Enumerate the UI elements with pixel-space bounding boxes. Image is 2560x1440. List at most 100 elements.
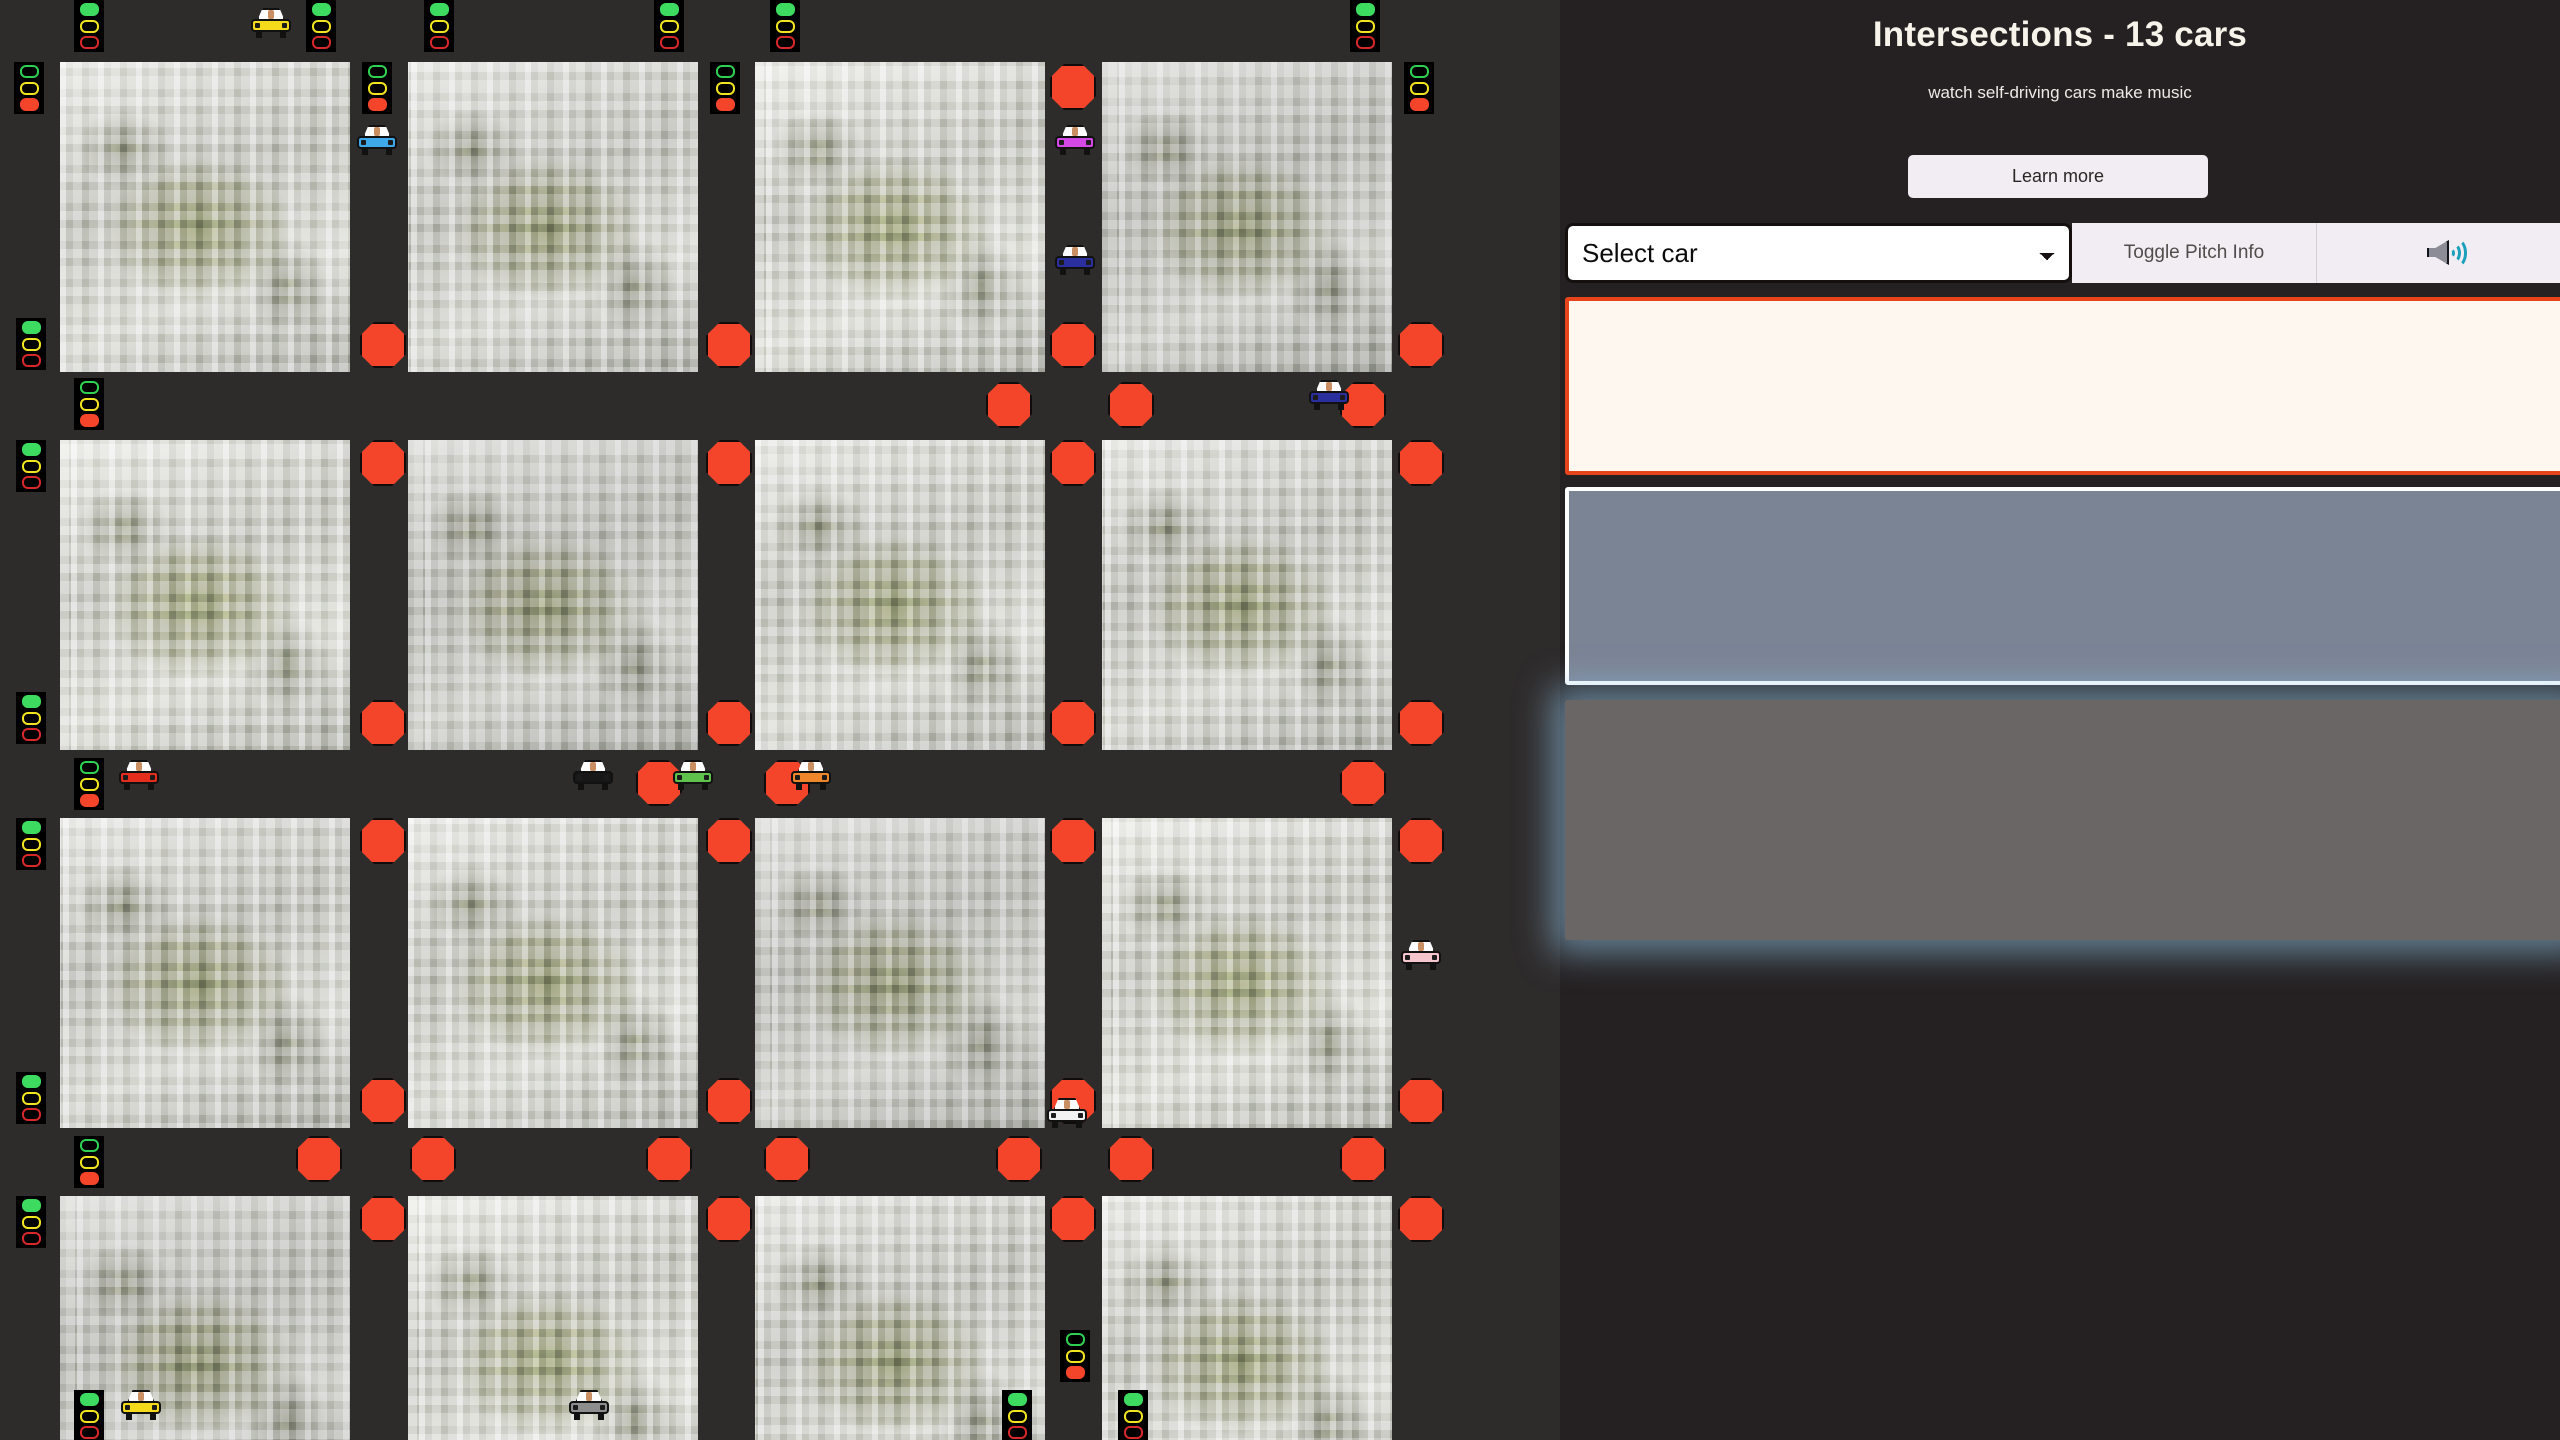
traffic-lamp-green <box>79 1139 99 1153</box>
car-wheel-right <box>280 30 286 38</box>
car-black[interactable] <box>572 760 614 790</box>
traffic-lamp-yellow <box>659 19 679 33</box>
pitch-board-panel[interactable] <box>1565 487 2560 685</box>
traffic-lamp-yellow <box>429 19 449 33</box>
car-wheel-left <box>362 147 368 155</box>
traffic-light-icon[interactable] <box>362 62 392 114</box>
traffic-light-icon[interactable] <box>710 62 740 114</box>
traffic-lamp-red <box>429 35 449 49</box>
traffic-lamp-green <box>21 1199 41 1213</box>
traffic-lamp-green <box>1409 65 1429 79</box>
traffic-light-icon[interactable] <box>74 1136 104 1188</box>
traffic-lamp-green <box>21 1075 41 1089</box>
car-red[interactable] <box>118 760 160 790</box>
traffic-light-icon[interactable] <box>16 440 46 492</box>
car-orange[interactable] <box>790 760 832 790</box>
traffic-light-icon[interactable] <box>74 0 104 52</box>
stop-sign-icon <box>1050 64 1096 110</box>
simulation-map[interactable] <box>0 0 1560 1440</box>
traffic-light-icon[interactable] <box>74 378 104 430</box>
car-driver <box>374 127 380 136</box>
car-select-dropdown[interactable]: Select car <box>1565 223 2072 283</box>
car-wheel-right <box>598 1412 604 1420</box>
learn-more-button[interactable]: Learn more <box>1908 155 2208 198</box>
traffic-lamp-green <box>79 381 99 395</box>
car-headlight-left <box>123 775 128 780</box>
car-headlight-left <box>1059 140 1064 145</box>
traffic-lamp-yellow <box>311 19 331 33</box>
traffic-lamp-green <box>367 65 387 79</box>
car-headlight-right <box>388 140 393 145</box>
traffic-lamp-yellow <box>1007 1409 1027 1423</box>
city-block <box>408 440 698 750</box>
traffic-lamp-red <box>79 35 99 49</box>
car-pink[interactable] <box>1400 940 1442 970</box>
traffic-lamp-green <box>1065 1333 1085 1347</box>
car-headlight-left <box>573 1405 578 1410</box>
car-navy[interactable] <box>1054 245 1096 275</box>
traffic-light-icon[interactable] <box>74 1390 104 1440</box>
car-wheel-left <box>1052 1120 1058 1128</box>
traffic-light-icon[interactable] <box>1404 62 1434 114</box>
car-driver <box>586 1392 592 1401</box>
car-green[interactable] <box>672 760 714 790</box>
traffic-lamp-red <box>21 1231 41 1245</box>
traffic-lamp-red <box>1007 1425 1027 1439</box>
traffic-lamp-green <box>79 761 99 775</box>
traffic-lamp-yellow <box>1409 81 1429 95</box>
traffic-light-icon[interactable] <box>770 0 800 52</box>
car-wheel-left <box>1314 402 1320 410</box>
car-headlight-left <box>1051 1113 1056 1118</box>
traffic-lamp-green <box>775 3 795 17</box>
car-driver <box>138 1392 144 1401</box>
stop-sign-icon <box>1398 440 1444 486</box>
traffic-light-icon[interactable] <box>16 692 46 744</box>
stop-sign-icon <box>1398 1078 1444 1124</box>
car-white[interactable] <box>1046 1098 1088 1128</box>
car-magenta[interactable] <box>1054 125 1096 155</box>
traffic-light-icon[interactable] <box>14 62 44 114</box>
stop-sign-icon <box>706 440 752 486</box>
traffic-lamp-red <box>21 475 41 489</box>
traffic-light-icon[interactable] <box>306 0 336 52</box>
traffic-lamp-yellow <box>79 397 99 411</box>
car-headlight-right <box>1086 140 1091 145</box>
car-driver <box>1072 127 1078 136</box>
car-headlight-left <box>255 23 260 28</box>
car-headlight-left <box>361 140 366 145</box>
car-driver <box>268 10 274 19</box>
traffic-light-icon[interactable] <box>1350 0 1380 52</box>
traffic-light-icon[interactable] <box>1002 1390 1032 1440</box>
traffic-lamp-red <box>1123 1425 1143 1439</box>
visualizer-panel[interactable] <box>1565 700 2560 940</box>
traffic-light-icon[interactable] <box>1118 1390 1148 1440</box>
car-yellow-top[interactable] <box>250 8 292 38</box>
traffic-lamp-green <box>79 3 99 17</box>
traffic-lamp-red <box>367 97 387 111</box>
car-headlight-right <box>1340 395 1345 400</box>
traffic-light-icon[interactable] <box>654 0 684 52</box>
car-wheel-right <box>148 782 154 790</box>
traffic-light-icon[interactable] <box>16 318 46 370</box>
traffic-light-icon[interactable] <box>16 1072 46 1124</box>
traffic-light-icon[interactable] <box>16 1196 46 1248</box>
car-yellow-bottom[interactable] <box>120 1390 162 1420</box>
car-headlight-right <box>600 1405 605 1410</box>
traffic-lamp-green <box>1007 1393 1027 1407</box>
car-gray[interactable] <box>568 1390 610 1420</box>
note-display-panel[interactable] <box>1565 297 2560 475</box>
stop-sign-icon <box>1398 818 1444 864</box>
traffic-lamp-green <box>1123 1393 1143 1407</box>
traffic-light-icon[interactable] <box>16 818 46 870</box>
car-headlight-left <box>125 1405 130 1410</box>
traffic-light-icon[interactable] <box>74 758 104 810</box>
car-navy-2[interactable] <box>1308 380 1350 410</box>
traffic-light-icon[interactable] <box>1060 1330 1090 1382</box>
car-headlight-left <box>1059 260 1064 265</box>
toggle-pitch-info-button[interactable]: Toggle Pitch Info <box>2072 223 2317 283</box>
traffic-light-icon[interactable] <box>424 0 454 52</box>
mute-toggle-button[interactable] <box>2317 223 2560 283</box>
traffic-lamp-yellow <box>21 711 41 725</box>
stop-sign-icon <box>1050 700 1096 746</box>
car-blue-light[interactable] <box>356 125 398 155</box>
